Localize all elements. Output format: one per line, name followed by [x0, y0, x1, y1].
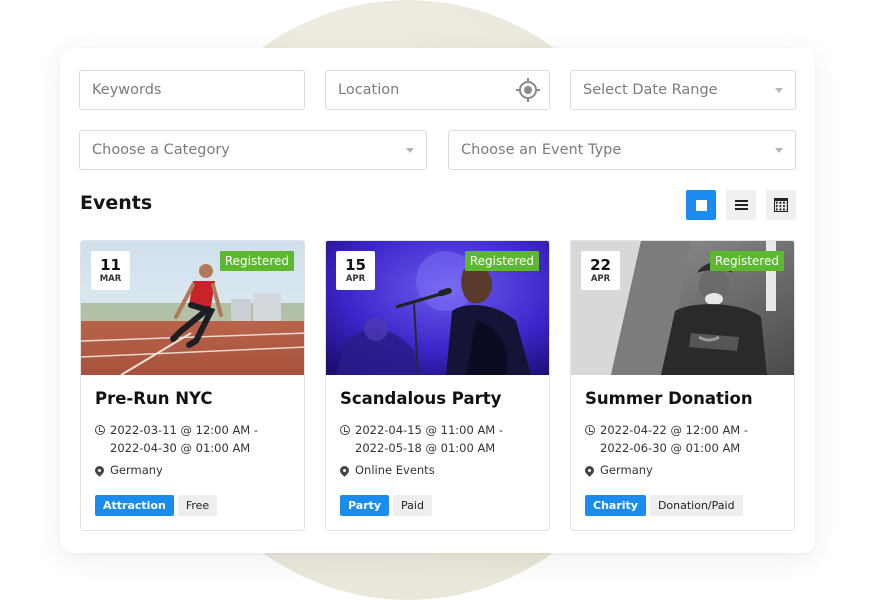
event-time-start: 2022-03-11 @ 12:00 AM - [110, 423, 259, 437]
clock-icon [340, 425, 350, 435]
event-date: 11 MAR [91, 251, 130, 290]
event-tags: Attraction Free [95, 495, 218, 516]
event-card[interactable]: 15 APR Registered Scandalous Party 2022-… [325, 240, 550, 531]
calendar-icon [774, 198, 788, 212]
event-image[interactable]: 11 MAR Registered [81, 241, 304, 375]
grid-icon [695, 199, 707, 211]
category-tag[interactable]: Party [340, 495, 390, 516]
chevron-down-icon [775, 87, 783, 93]
event-card[interactable]: 22 APR Registered Summer Donation 2022-0… [570, 240, 795, 531]
calendar-view-button[interactable] [766, 190, 796, 220]
registered-badge: Registered [709, 251, 784, 271]
event-month: MAR [99, 274, 122, 284]
event-month: APR [345, 274, 366, 284]
event-day: 11 [100, 256, 121, 274]
event-time-end: 2022-06-30 @ 01:00 AM [600, 441, 741, 455]
event-location-text: Germany [600, 463, 653, 477]
event-card[interactable]: 11 MAR Registered Pre-Run NYC 2022-03-11… [80, 240, 305, 531]
category-tag[interactable]: Attraction [95, 495, 174, 516]
event-image[interactable]: 15 APR Registered [326, 241, 549, 375]
event-time: 2022-04-15 @ 11:00 AM - 2022-05-18 @ 01:… [340, 421, 503, 457]
event-time: 2022-04-22 @ 12:00 AM - 2022-06-30 @ 01:… [585, 421, 748, 457]
chevron-down-icon [775, 147, 783, 153]
event-type-select[interactable]: Choose an Event Type [448, 130, 796, 170]
event-title[interactable]: Pre-Run NYC [95, 389, 213, 408]
keywords-input[interactable]: Keywords [79, 70, 305, 110]
event-title[interactable]: Summer Donation [585, 389, 753, 408]
event-tags: Party Paid [340, 495, 432, 516]
events-panel: Keywords Location Select Date Range Choo… [60, 48, 815, 553]
event-time-start: 2022-04-22 @ 12:00 AM - [600, 423, 749, 437]
map-pin-icon [338, 463, 351, 477]
clock-icon [95, 425, 105, 435]
event-location-text: Online Events [355, 463, 435, 477]
event-date: 15 APR [336, 251, 375, 290]
event-time-start: 2022-04-15 @ 11:00 AM - [355, 423, 504, 437]
date-range-placeholder: Select Date Range [583, 82, 718, 98]
list-icon [734, 200, 748, 210]
event-time: 2022-03-11 @ 12:00 AM - 2022-04-30 @ 01:… [95, 421, 258, 457]
keywords-placeholder: Keywords [92, 82, 162, 98]
event-time-end: 2022-05-18 @ 01:00 AM [355, 441, 496, 455]
date-range-select[interactable]: Select Date Range [570, 70, 796, 110]
list-view-button[interactable] [726, 190, 756, 220]
registered-badge: Registered [464, 251, 539, 271]
location-input[interactable]: Location [325, 70, 550, 110]
event-date: 22 APR [581, 251, 620, 290]
event-type-placeholder: Choose an Event Type [461, 142, 622, 158]
chevron-down-icon [406, 147, 414, 153]
grid-view-button[interactable] [686, 190, 716, 220]
event-title[interactable]: Scandalous Party [340, 389, 501, 408]
category-select[interactable]: Choose a Category [79, 130, 427, 170]
registered-badge: Registered [219, 251, 294, 271]
category-placeholder: Choose a Category [92, 142, 230, 158]
clock-icon [585, 425, 595, 435]
event-day: 15 [345, 256, 366, 274]
map-pin-icon [93, 463, 106, 477]
event-location-text: Germany [110, 463, 163, 477]
event-time-end: 2022-04-30 @ 01:00 AM [110, 441, 251, 455]
price-tag: Paid [393, 495, 432, 516]
map-pin-icon [583, 463, 596, 477]
event-month: APR [590, 274, 611, 284]
event-tags: Charity Donation/Paid [585, 495, 743, 516]
price-tag: Donation/Paid [649, 495, 743, 516]
location-placeholder: Location [338, 82, 400, 98]
event-day: 22 [590, 256, 611, 274]
event-location: Germany [583, 463, 653, 477]
event-image[interactable]: 22 APR Registered [571, 241, 794, 375]
event-location: Online Events [338, 463, 435, 477]
locate-icon[interactable] [516, 78, 540, 102]
event-location: Germany [93, 463, 163, 477]
category-tag[interactable]: Charity [585, 495, 646, 516]
price-tag: Free [177, 495, 218, 516]
section-title: Events [80, 192, 153, 214]
